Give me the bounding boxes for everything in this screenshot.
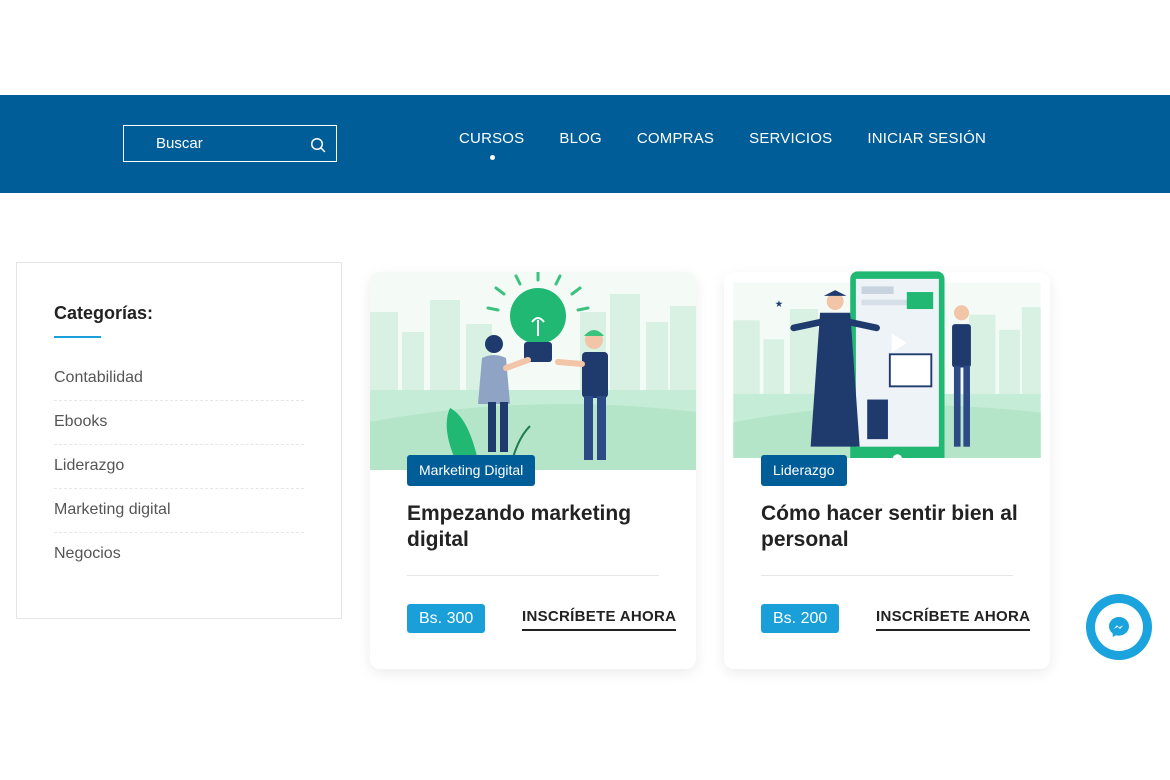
category-tag[interactable]: Liderazgo <box>761 455 847 486</box>
course-card[interactable]: Marketing Digital Empezando marketing di… <box>370 272 696 669</box>
course-card[interactable]: ★ Liderazgo Cómo hacer sentir bien al pe… <box>724 271 1050 669</box>
course-title[interactable]: Cómo hacer sentir bien al personal <box>761 501 1021 553</box>
categories-title: Categorías: <box>54 303 154 323</box>
category-contabilidad[interactable]: Contabilidad <box>54 357 304 401</box>
price-badge: Bs. 200 <box>761 604 840 633</box>
nav-item-cursos[interactable]: CURSOS <box>459 130 524 160</box>
course-image-marketing[interactable] <box>370 272 696 470</box>
messenger-icon <box>1109 617 1129 637</box>
search-input[interactable] <box>156 126 306 161</box>
marketing-illustration <box>370 272 696 470</box>
messenger-inner <box>1095 603 1143 651</box>
enroll-button[interactable]: INSCRÍBETE AHORA <box>876 608 1031 631</box>
nav-item-blog[interactable]: BLOG <box>559 130 601 147</box>
category-tag[interactable]: Marketing Digital <box>407 455 536 486</box>
enroll-button[interactable]: INSCRÍBETE AHORA <box>522 608 677 631</box>
course-title[interactable]: Empezando marketing digital <box>407 501 667 553</box>
page: CURSOS BLOG COMPRAS SERVICIOS INICIAR SE… <box>0 0 1170 780</box>
messenger-chat-button[interactable] <box>1086 594 1152 660</box>
main-nav: CURSOS BLOG COMPRAS SERVICIOS INICIAR SE… <box>459 130 1021 160</box>
category-liderazgo[interactable]: Liderazgo <box>54 445 304 489</box>
title-underline <box>54 336 101 338</box>
search-icon[interactable] <box>310 137 326 153</box>
nav-item-servicios[interactable]: SERVICIOS <box>749 130 832 147</box>
category-negocios[interactable]: Negocios <box>54 533 304 577</box>
category-ebooks[interactable]: Ebooks <box>54 401 304 445</box>
card-divider <box>407 575 659 576</box>
course-image-liderazgo[interactable]: ★ <box>724 271 1050 470</box>
card-divider <box>761 575 1013 576</box>
top-navbar: CURSOS BLOG COMPRAS SERVICIOS INICIAR SE… <box>0 95 1170 193</box>
search-box[interactable] <box>123 125 337 162</box>
price-badge: Bs. 300 <box>407 604 486 633</box>
nav-item-iniciar-sesion[interactable]: INICIAR SESIÓN <box>867 130 986 147</box>
categories-list: Contabilidad Ebooks Liderazgo Marketing … <box>54 357 304 577</box>
leadership-illustration: ★ <box>733 271 1041 458</box>
categories-sidebar: Categorías: Contabilidad Ebooks Liderazg… <box>16 262 342 619</box>
svg-text:★: ★ <box>775 299 783 310</box>
category-marketing-digital[interactable]: Marketing digital <box>54 489 304 533</box>
nav-item-compras[interactable]: COMPRAS <box>637 130 714 147</box>
